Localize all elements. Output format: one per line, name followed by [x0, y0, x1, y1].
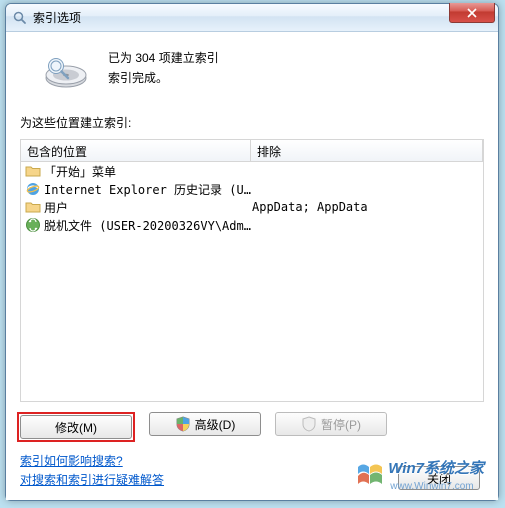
- folder-icon: [25, 199, 41, 215]
- list-headers: 包含的位置 排除: [21, 140, 483, 162]
- shield-icon: [175, 416, 191, 432]
- search-icon: [12, 10, 28, 26]
- window-title: 索引选项: [33, 9, 81, 26]
- dialog-close-button[interactable]: 关闭: [398, 466, 480, 490]
- titlebar[interactable]: 索引选项: [6, 4, 498, 32]
- buttons-row: 修改(M) 高级(D) 暂停(P): [20, 412, 484, 442]
- offline-files-icon: [25, 217, 41, 233]
- location-text: 脱机文件 (USER-20200326VY\Admin...: [44, 217, 252, 234]
- location-text: 「开始」菜单: [44, 163, 252, 180]
- advanced-button[interactable]: 高级(D): [149, 412, 261, 436]
- folder-icon: [25, 163, 41, 179]
- index-disk-icon: [42, 48, 90, 96]
- highlight-box: 修改(M): [17, 412, 135, 442]
- pause-button: 暂停(P): [275, 412, 387, 436]
- content-area: 已为 304 项建立索引 索引完成。 为这些位置建立索引: 包含的位置 排除 「…: [6, 32, 498, 500]
- locations-list: 包含的位置 排除 「开始」菜单 Internet Explorer 历史记录 (…: [20, 139, 484, 402]
- list-item[interactable]: 「开始」菜单: [21, 162, 483, 180]
- index-status-text: 索引完成。: [108, 68, 219, 88]
- summary: 已为 304 项建立索引 索引完成。: [20, 40, 484, 110]
- indexed-count-text: 已为 304 项建立索引: [108, 48, 219, 68]
- shield-icon: [301, 416, 317, 432]
- location-text: 用户: [44, 199, 252, 216]
- modify-button[interactable]: 修改(M): [20, 415, 132, 439]
- header-exclude[interactable]: 排除: [251, 140, 483, 161]
- header-location[interactable]: 包含的位置: [21, 140, 251, 161]
- list-body: 「开始」菜单 Internet Explorer 历史记录 (USE... 用户: [21, 162, 483, 401]
- exclude-text: AppData; AppData: [252, 200, 479, 214]
- locations-label: 为这些位置建立索引:: [20, 114, 484, 131]
- indexing-options-dialog: 索引选项 已为 304 项建立索引 索引完成。: [5, 3, 499, 501]
- close-button[interactable]: [449, 3, 495, 23]
- ie-icon: [25, 181, 41, 197]
- list-item[interactable]: 脱机文件 (USER-20200326VY\Admin...: [21, 216, 483, 234]
- list-item[interactable]: 用户 AppData; AppData: [21, 198, 483, 216]
- list-item[interactable]: Internet Explorer 历史记录 (USE...: [21, 180, 483, 198]
- location-text: Internet Explorer 历史记录 (USE...: [44, 181, 252, 198]
